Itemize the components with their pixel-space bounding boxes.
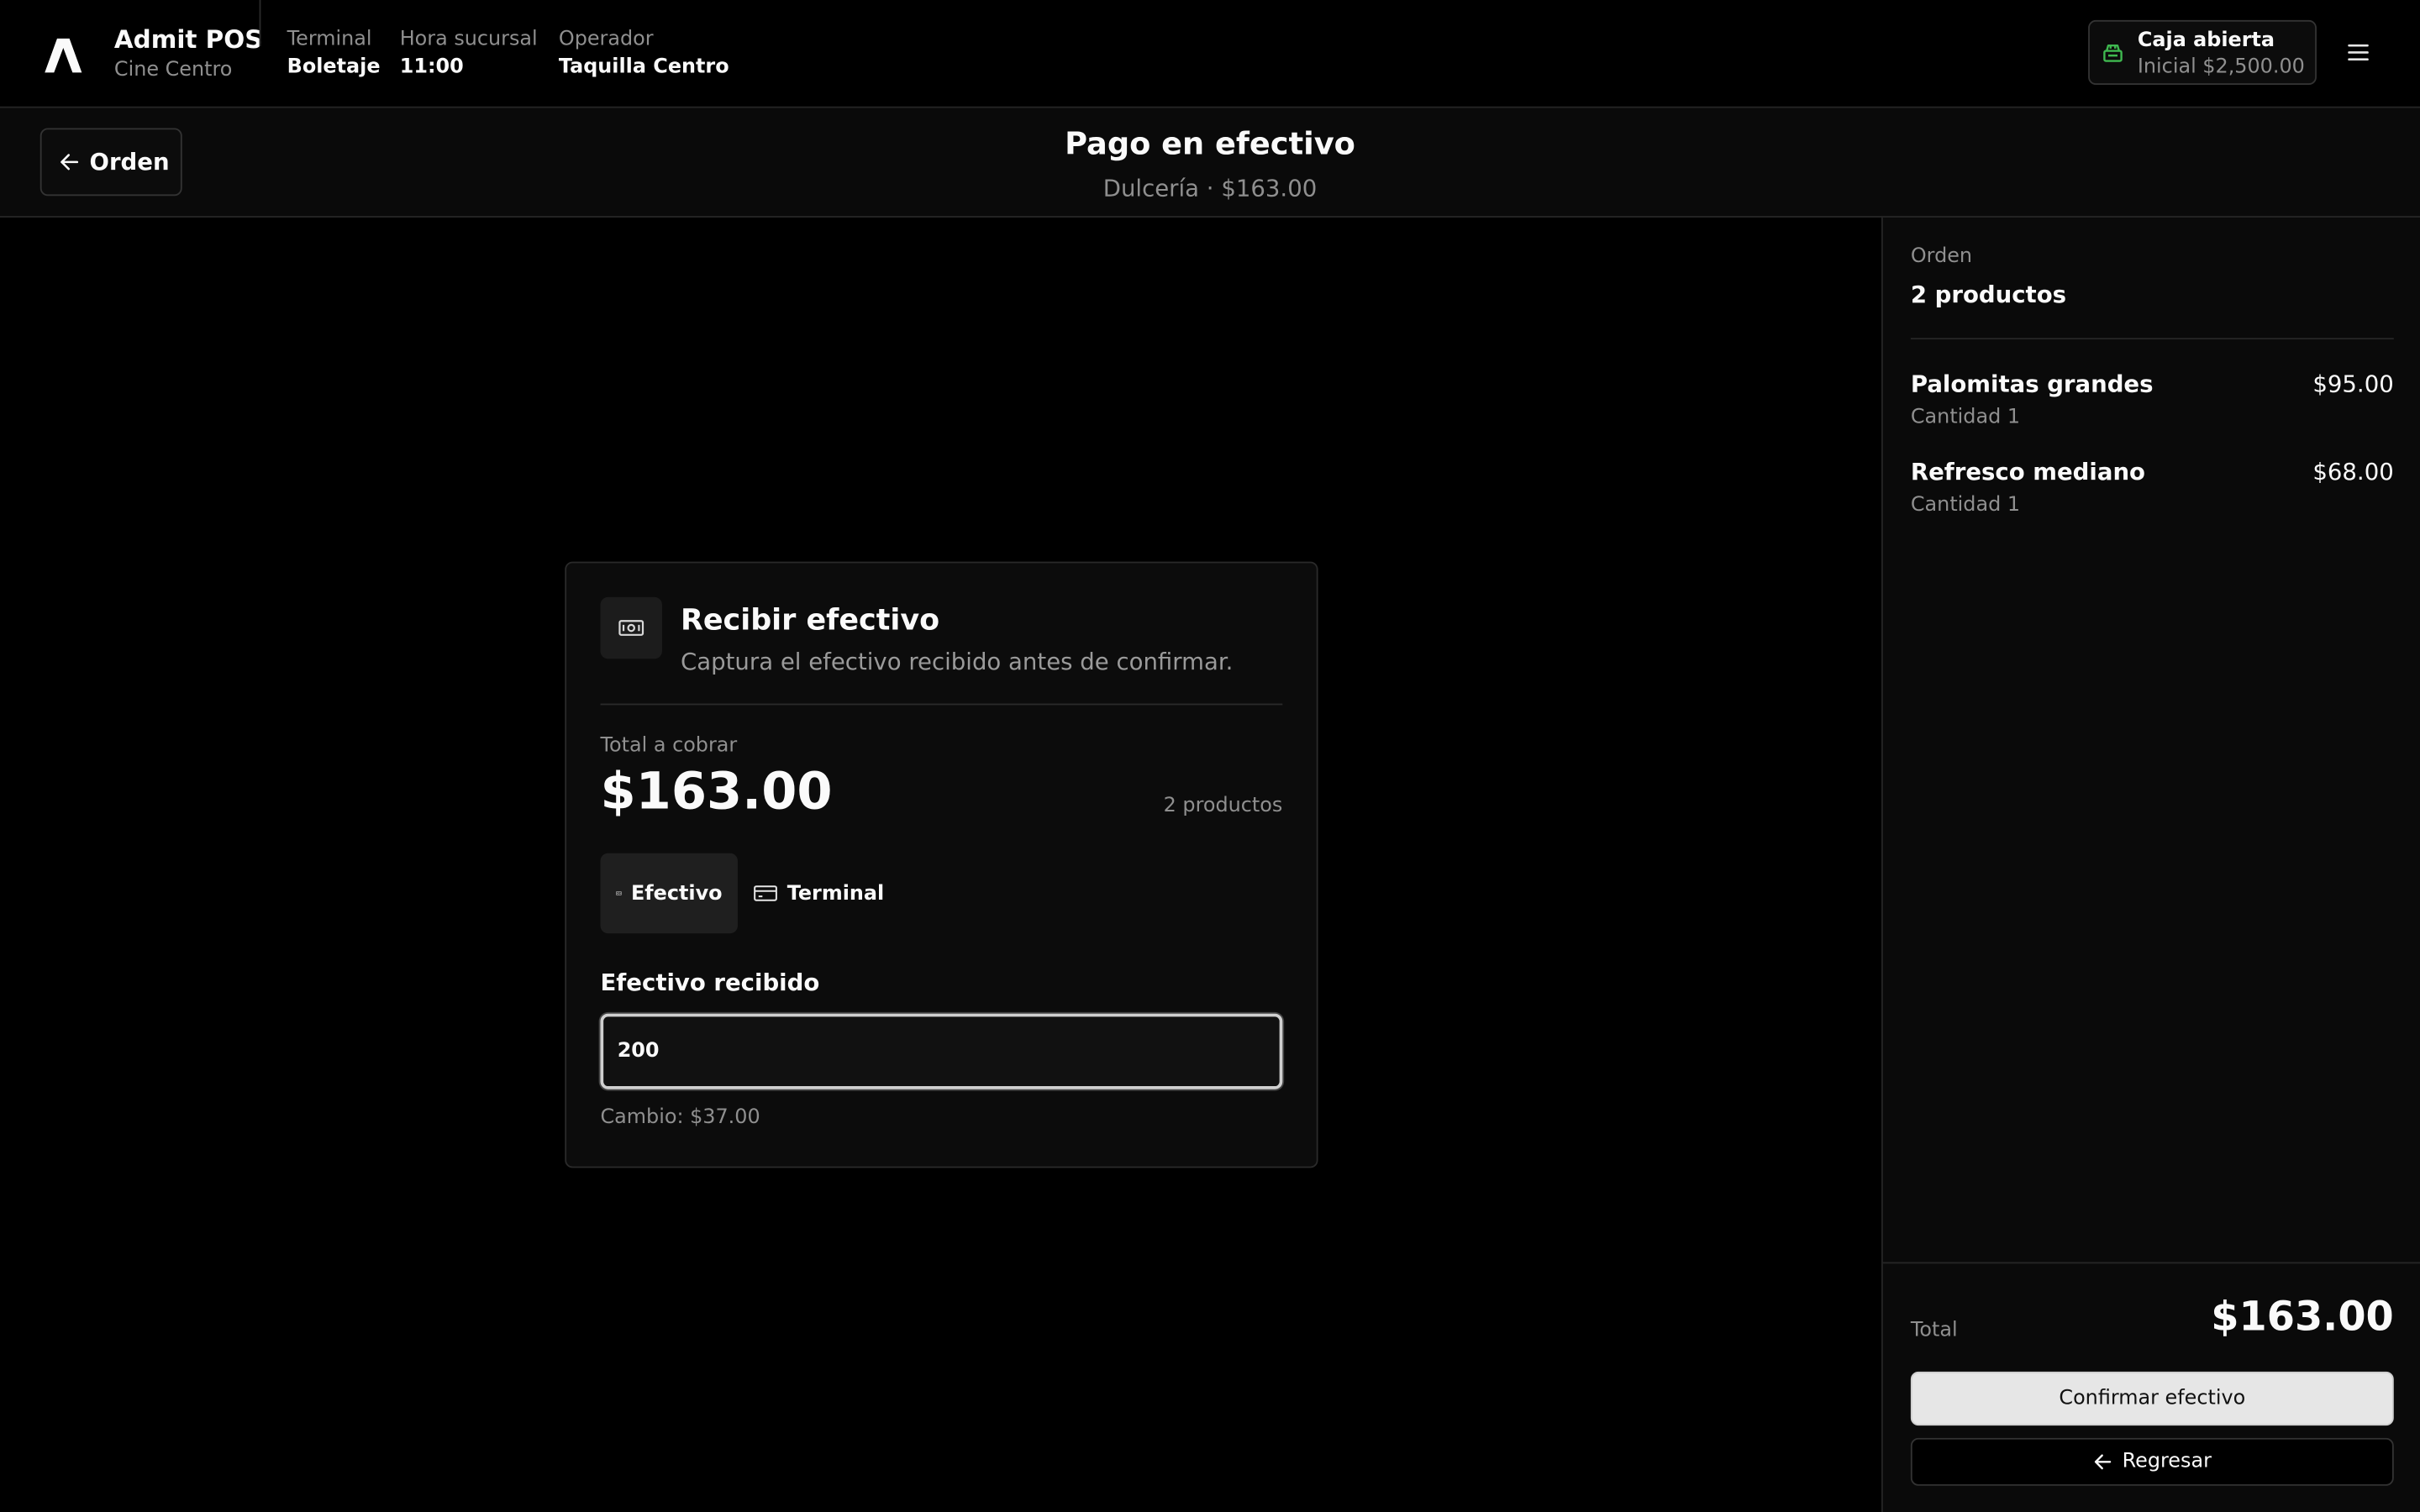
hamburger-menu-icon[interactable] xyxy=(2346,42,2370,64)
admit-logo-icon xyxy=(45,38,82,73)
page-subheader: Orden Pago en efectivo Dulcería · $163.0… xyxy=(0,108,2420,218)
item-quantity: Cantidad 1 xyxy=(1910,493,2021,517)
banknote-icon xyxy=(616,891,622,895)
meta-value: 11:00 xyxy=(399,55,464,79)
credit-card-icon xyxy=(754,885,777,901)
item-price: $68.00 xyxy=(2312,458,2394,486)
order-footer: Total $163.00 Confirmar efectivo Regresa… xyxy=(1882,1262,2420,1512)
products-count: 2 productos xyxy=(1163,794,1283,818)
cash-received-label: Efectivo recibido xyxy=(600,969,820,997)
register-title: Caja abierta xyxy=(2137,29,2275,53)
order-label: Orden xyxy=(1910,245,1973,269)
order-sidebar: Orden 2 productos Palomitas grandes $95.… xyxy=(1881,217,2420,1512)
method-tab-terminal[interactable]: Terminal xyxy=(738,853,900,934)
register-subtitle: Inicial $2,500.00 xyxy=(2137,55,2305,79)
page-title: Pago en efectivo xyxy=(1065,124,1355,162)
order-total-amount: $163.00 xyxy=(2211,1294,2394,1341)
meta-label: Hora sucursal xyxy=(399,28,538,51)
order-divider xyxy=(1910,338,2394,340)
return-button-label: Regresar xyxy=(2122,1450,2212,1474)
meta-branch-time: Hora sucursal 11:00 xyxy=(400,26,538,80)
order-line-item: Palomitas grandes $95.00 Cantidad 1 xyxy=(1911,369,2394,437)
change-due-text: Cambio: $37.00 xyxy=(600,1105,760,1130)
item-price: $95.00 xyxy=(2312,370,2394,398)
card-description: Captura el efectivo recibido antes de co… xyxy=(681,648,1234,676)
order-line-item: Refresco mediano $68.00 Cantidad 1 xyxy=(1911,457,2394,525)
pos-screen: Admit POS Cine Centro Terminal Boletaje … xyxy=(0,0,2420,1512)
confirm-cash-button[interactable]: Confirmar efectivo xyxy=(1910,1371,2394,1426)
meta-label: Operador xyxy=(558,28,654,51)
app-name: Admit POS xyxy=(113,24,263,55)
header-divider xyxy=(259,0,261,47)
cash-register-icon xyxy=(2103,44,2123,62)
order-products-count: 2 productos xyxy=(1910,281,2067,309)
item-quantity: Cantidad 1 xyxy=(1910,406,2021,429)
cash-received-input[interactable] xyxy=(600,1013,1283,1089)
cash-payment-card: Recibir efectivo Captura el efectivo rec… xyxy=(565,561,1318,1168)
app-location: Cine Centro xyxy=(113,58,233,82)
item-name: Refresco mediano xyxy=(1910,458,2146,486)
brand: Admit POS Cine Centro xyxy=(114,24,262,85)
card-divider xyxy=(600,703,1283,706)
total-due-amount: $163.00 xyxy=(600,760,833,822)
page-subtitle: Dulcería · $163.00 xyxy=(1102,174,1318,202)
banknote-icon xyxy=(618,620,644,636)
payment-method-tabs: Efectivo Terminal xyxy=(600,853,899,934)
total-due-label: Total a cobrar xyxy=(600,734,738,758)
meta-terminal: Terminal Boletaje xyxy=(287,26,381,80)
top-header: Admit POS Cine Centro Terminal Boletaje … xyxy=(0,0,2420,108)
meta-label: Terminal xyxy=(287,28,372,51)
confirm-button-label: Confirmar efectivo xyxy=(2059,1387,2246,1410)
method-tab-label: Efectivo xyxy=(630,881,723,906)
meta-operator: Operador Taquilla Centro xyxy=(559,26,729,80)
item-name: Palomitas grandes xyxy=(1910,370,2154,398)
method-tab-cash[interactable]: Efectivo xyxy=(600,853,738,934)
meta-value: Boletaje xyxy=(287,55,381,79)
method-tab-label: Terminal xyxy=(786,881,885,906)
arrow-left-icon xyxy=(2094,1454,2112,1470)
card-title: Recibir efectivo xyxy=(681,603,940,638)
cash-register-status[interactable]: Caja abierta Inicial $2,500.00 xyxy=(2088,19,2317,86)
card-icon-box xyxy=(600,596,662,659)
return-button[interactable]: Regresar xyxy=(1910,1437,2394,1486)
meta-value: Taquilla Centro xyxy=(558,55,729,79)
order-total-label: Total xyxy=(1910,1319,1958,1342)
